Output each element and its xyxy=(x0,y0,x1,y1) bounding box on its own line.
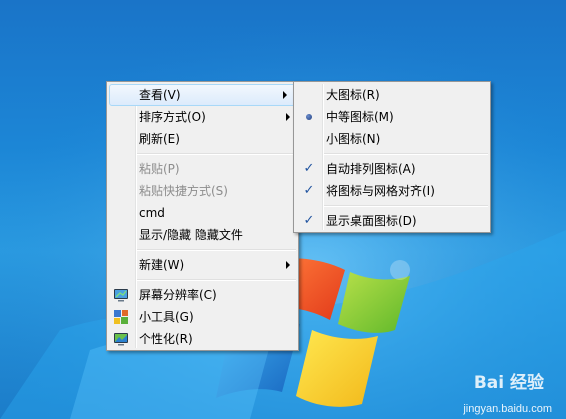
menu-separator xyxy=(137,153,296,155)
menu-item-new[interactable]: 新建(W) xyxy=(107,254,298,276)
checkmark-icon: ✓ xyxy=(303,213,315,228)
menu-item-toggle-hidden-files[interactable]: 显示/隐藏 隐藏文件 xyxy=(107,224,298,246)
submenu-item-show-desktop-icons[interactable]: ✓ 显示桌面图标(D) xyxy=(294,210,490,232)
screen-resolution-icon xyxy=(113,287,129,303)
menu-item-label: 大图标(R) xyxy=(326,88,380,102)
submenu-arrow-icon xyxy=(286,113,290,121)
menu-item-label: 小图标(N) xyxy=(326,132,381,146)
menu-item-refresh[interactable]: 刷新(E) xyxy=(107,128,298,150)
submenu-item-large-icons[interactable]: 大图标(R) xyxy=(294,84,490,106)
menu-item-sort-by[interactable]: 排序方式(O) xyxy=(107,106,298,128)
view-submenu: 大图标(R) 中等图标(M) 小图标(N) ✓ 自动排列图标(A) ✓ 将图标与… xyxy=(293,81,491,233)
menu-item-label: 粘贴(P) xyxy=(139,162,180,176)
menu-item-personalize[interactable]: 个性化(R) xyxy=(107,328,298,350)
checkmark-icon: ✓ xyxy=(303,183,315,198)
menu-item-label: 新建(W) xyxy=(139,258,185,272)
menu-item-label: 屏幕分辨率(C) xyxy=(139,288,217,302)
menu-item-label: 显示桌面图标(D) xyxy=(326,214,417,228)
menu-separator xyxy=(324,153,488,155)
menu-item-label: 中等图标(M) xyxy=(326,110,394,124)
radio-selected-icon xyxy=(302,106,316,128)
menu-item-label: 刷新(E) xyxy=(139,132,180,146)
watermark-brand: Bai 经验 xyxy=(473,373,544,393)
gadgets-icon xyxy=(113,309,129,325)
desktop-context-menu: 查看(V) 排序方式(O) 刷新(E) 粘贴(P) 粘贴快捷方式(S) cmd … xyxy=(106,81,299,351)
checkmark-icon: ✓ xyxy=(303,161,315,176)
menu-item-label: 排序方式(O) xyxy=(139,110,206,124)
menu-item-paste-shortcut[interactable]: 粘贴快捷方式(S) xyxy=(107,180,298,202)
menu-item-view[interactable]: 查看(V) xyxy=(109,84,296,106)
submenu-arrow-icon xyxy=(286,261,290,269)
menu-item-cmd[interactable]: cmd xyxy=(107,202,298,224)
personalize-icon xyxy=(113,331,129,347)
submenu-item-medium-icons[interactable]: 中等图标(M) xyxy=(294,106,490,128)
menu-separator xyxy=(137,249,296,251)
menu-item-label: 显示/隐藏 隐藏文件 xyxy=(139,228,243,242)
menu-item-paste[interactable]: 粘贴(P) xyxy=(107,158,298,180)
menu-separator xyxy=(324,205,488,207)
submenu-item-small-icons[interactable]: 小图标(N) xyxy=(294,128,490,150)
submenu-item-auto-arrange[interactable]: ✓ 自动排列图标(A) xyxy=(294,158,490,180)
menu-item-label: 小工具(G) xyxy=(139,310,194,324)
submenu-item-align-to-grid[interactable]: ✓ 将图标与网格对齐(I) xyxy=(294,180,490,202)
watermark-url: jingyan.baidu.com xyxy=(463,403,552,415)
submenu-arrow-icon xyxy=(283,91,287,99)
menu-item-label: 自动排列图标(A) xyxy=(326,162,416,176)
menu-item-label: 将图标与网格对齐(I) xyxy=(326,184,435,198)
menu-item-label: 个性化(R) xyxy=(139,332,193,346)
menu-item-label: 查看(V) xyxy=(139,88,181,102)
menu-separator xyxy=(137,279,296,281)
menu-item-gadgets[interactable]: 小工具(G) xyxy=(107,306,298,328)
menu-item-label: cmd xyxy=(139,206,165,220)
menu-item-label: 粘贴快捷方式(S) xyxy=(139,184,228,198)
menu-item-screen-resolution[interactable]: 屏幕分辨率(C) xyxy=(107,284,298,306)
